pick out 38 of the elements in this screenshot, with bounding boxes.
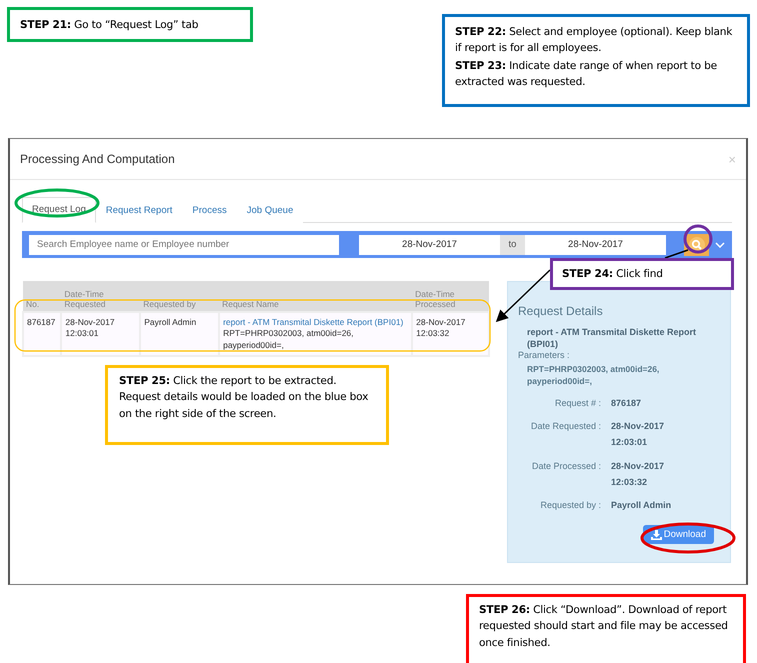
date-field[interactable]: 28-Nov-2017 [525, 234, 666, 254]
chevron-down-icon[interactable] [715, 242, 725, 248]
field-value: 876187 [611, 397, 642, 410]
table-cell: 28-Nov-2017 12:03:32 [412, 312, 489, 356]
step-text: STEP 23: Indicate date range of when report to be extracted was requested. [455, 58, 718, 90]
table-cell: Payroll Admin [140, 312, 220, 356]
field-value: 28-Nov-2017 12:03:01 [611, 420, 666, 450]
date-separator: to [500, 234, 525, 254]
table-cell: 28-Nov-2017 12:03:01 [61, 312, 140, 356]
field-label: Date Requested : [530, 420, 601, 434]
table-cell: report - ATM Transmital Diskette Report (BPI01) RPT=PHRP0302003, atm00id=26, payperiod00id=, [219, 312, 412, 356]
table-row[interactable]: 876187 28-Nov-2017 12:03:01 Payroll Admin report - ATM Transmital Diskette Report (BPI01) RPT=PHRP0302003, atm00id=26, payperiod00id=, 28-Nov-2017 12:03:32 [23, 312, 489, 356]
date-field[interactable]: 28-Nov-2017 [359, 234, 500, 254]
field-value: Payroll Admin [611, 499, 672, 512]
step-text: STEP 24: Click find [562, 267, 664, 282]
panel-title: Request Details [518, 304, 604, 318]
parameters-label: Parameters : [518, 350, 571, 360]
step-text: STEP 21: Go to “Request Log” tab [20, 18, 200, 33]
dialog-title: Processing And Computation [20, 152, 175, 166]
step-text: STEP 25: Click the report to be extracted. Request details would be loaded on the blue box on the right side of the screen. [119, 374, 370, 422]
field-label: Request # : [554, 397, 601, 410]
column-header: Requested by [140, 281, 220, 312]
step-text: STEP 26: Click “Download”. Download of report requested should start and file may be accessed once finished. [479, 603, 729, 651]
column-header: Date-Time Processed [412, 281, 489, 312]
search-field[interactable]: Search Employee name or Employee number [29, 234, 339, 254]
step-text: STEP 22: Select and employee (optional). Keep blank if report is for all employees. [455, 25, 734, 56]
column-header: Date-Time Requested [61, 281, 140, 312]
field-value: 28-Nov-2017 12:03:32 [611, 460, 666, 489]
field-label: Requested by : [539, 499, 601, 512]
column-header: Request Name [219, 281, 412, 312]
report-name: report - ATM Transmital Diskette Report (BPI01) [527, 326, 698, 350]
leader-line [664, 249, 688, 259]
parameters-value: RPT=PHRP0302003, atm00id=26, payperiod00id=, [527, 364, 660, 388]
table-cell: 876187 [23, 312, 62, 356]
highlight-circle [684, 224, 712, 254]
field-label: Date Processed : [530, 460, 601, 473]
download-icon [650, 530, 662, 540]
column-header: No. [23, 281, 62, 312]
